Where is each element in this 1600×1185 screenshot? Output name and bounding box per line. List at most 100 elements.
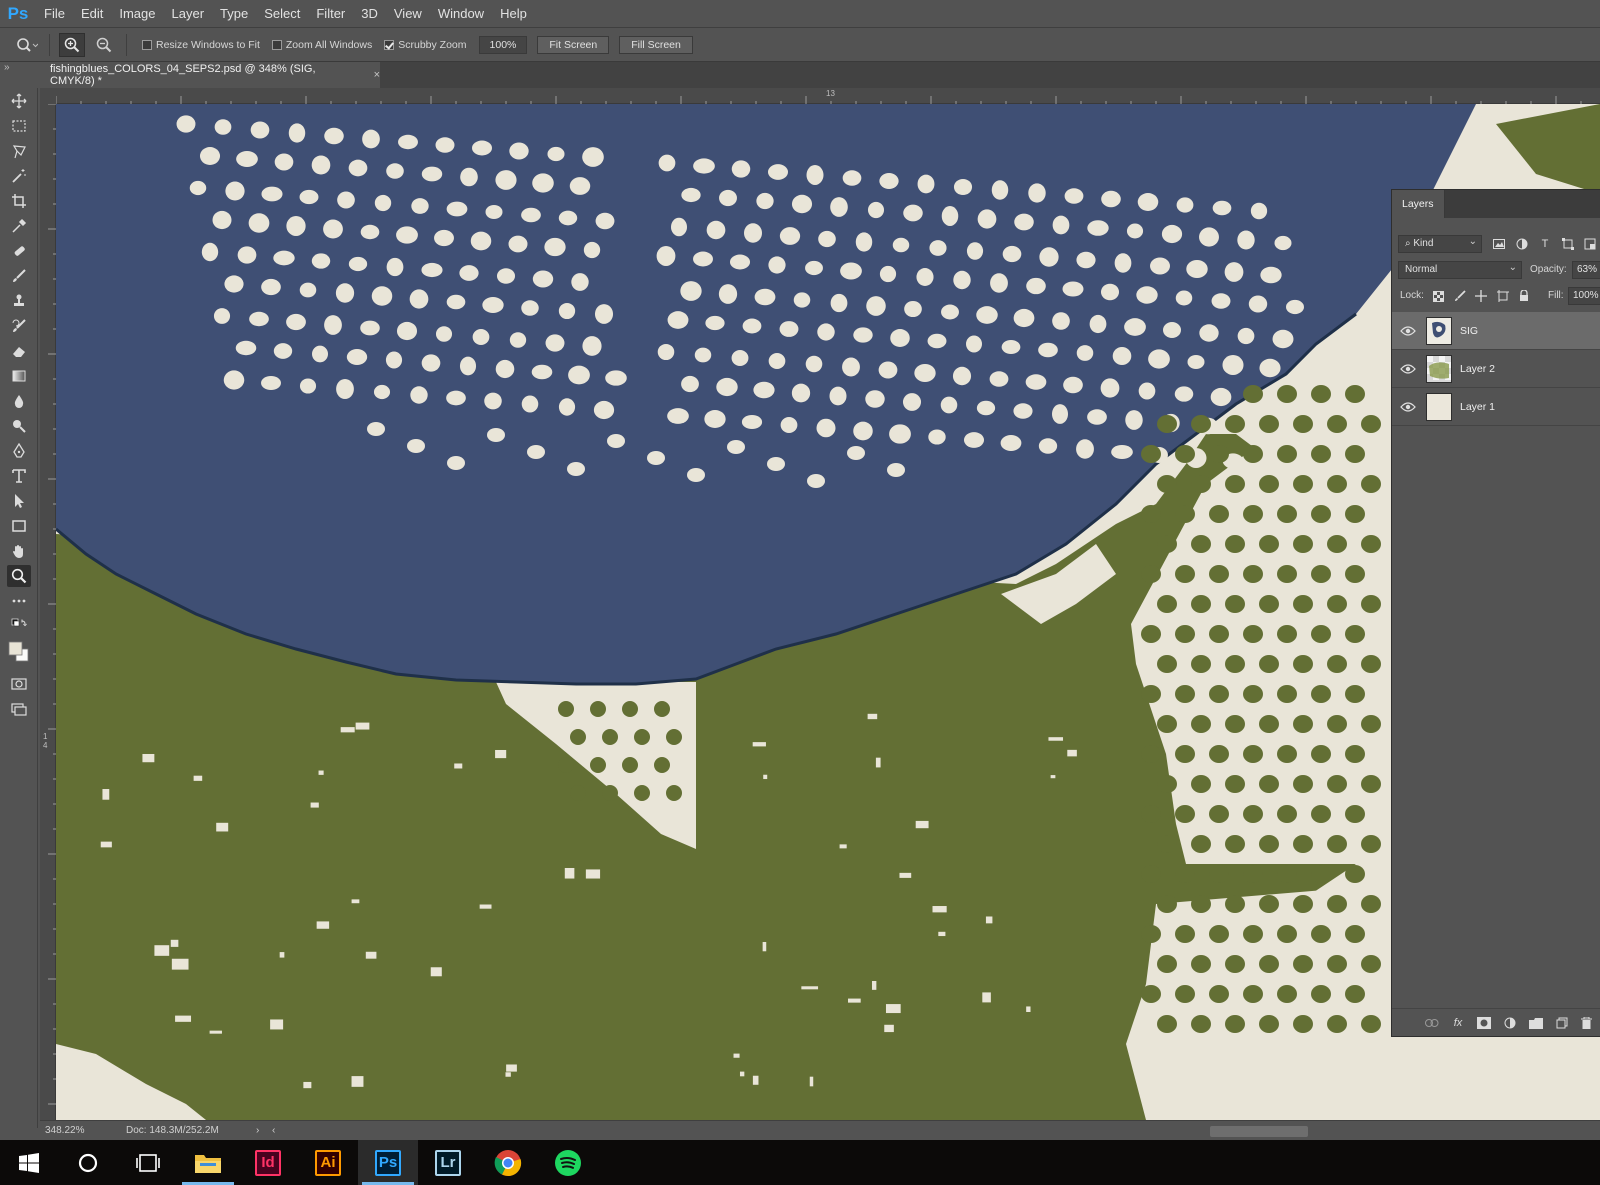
history-brush-tool-icon[interactable]: [7, 315, 31, 337]
move-tool-icon[interactable]: [7, 90, 31, 112]
task-view-button[interactable]: [118, 1140, 178, 1185]
clone-stamp-tool-icon[interactable]: [7, 290, 31, 312]
layer-name-layer-2[interactable]: Layer 2: [1460, 363, 1495, 375]
lock-artboard-icon[interactable]: [1495, 288, 1511, 304]
filter-shape-icon[interactable]: [1560, 236, 1576, 252]
vertical-ruler[interactable]: 1 4: [40, 104, 56, 1120]
menu-select[interactable]: Select: [256, 0, 308, 28]
lock-all-icon[interactable]: [1516, 288, 1532, 304]
add-mask-icon[interactable]: [1476, 1015, 1492, 1031]
menu-window[interactable]: Window: [430, 0, 492, 28]
filter-kind-dropdown[interactable]: ⌕ Kind: [1398, 234, 1482, 253]
fill-field[interactable]: 100%: [1568, 286, 1600, 305]
dodge-tool-icon[interactable]: [7, 415, 31, 437]
ruler-origin[interactable]: [40, 88, 56, 104]
marquee-tool-icon[interactable]: [7, 115, 31, 137]
menu-view[interactable]: View: [386, 0, 430, 28]
opacity-field[interactable]: 63%: [1572, 260, 1600, 279]
layer-row-sig[interactable]: SIG: [1392, 312, 1600, 350]
horizontal-scrollbar-thumb[interactable]: [1210, 1126, 1308, 1137]
menu-file[interactable]: File: [36, 0, 73, 28]
taskbar-indesign[interactable]: Id: [238, 1140, 298, 1185]
menu-edit[interactable]: Edit: [73, 0, 111, 28]
resize-windows-checkbox[interactable]: Resize Windows to Fit: [142, 39, 260, 51]
filter-type-icon[interactable]: T: [1537, 236, 1553, 252]
zoom-level-readout[interactable]: 348.22%: [45, 1125, 84, 1136]
taskbar-lightroom[interactable]: Lr: [418, 1140, 478, 1185]
more-tools-icon[interactable]: [7, 590, 31, 612]
layers-tab[interactable]: Layers: [1392, 190, 1445, 218]
scrubby-check-box[interactable]: [384, 39, 395, 50]
new-layer-icon[interactable]: [1554, 1015, 1570, 1031]
fit-screen-button[interactable]: Fit Screen: [537, 35, 610, 54]
lasso-tool-icon[interactable]: [7, 140, 31, 162]
menu-type[interactable]: Type: [212, 0, 256, 28]
eyedropper-tool-icon[interactable]: [7, 215, 31, 237]
menu-filter[interactable]: Filter: [308, 0, 353, 28]
document-canvas[interactable]: [56, 104, 1600, 1120]
path-selection-tool-icon[interactable]: [7, 490, 31, 512]
zoom-in-icon[interactable]: [59, 32, 85, 57]
quick-mask-icon[interactable]: [7, 673, 31, 695]
layer-effects-icon[interactable]: fx: [1450, 1015, 1466, 1031]
resize-windows-check-box[interactable]: [142, 39, 152, 50]
close-tab-icon[interactable]: ×: [374, 69, 380, 81]
filter-smart-object-icon[interactable]: [1582, 236, 1598, 252]
taskbar-spotify[interactable]: [538, 1140, 598, 1185]
visibility-eye-icon[interactable]: [1400, 363, 1416, 375]
zoom-all-windows-checkbox[interactable]: Zoom All Windows: [271, 39, 372, 51]
pen-tool-icon[interactable]: [7, 440, 31, 462]
layer-row-layer-1[interactable]: Layer 1: [1392, 388, 1600, 426]
brush-tool-icon[interactable]: [7, 265, 31, 287]
taskbar-photoshop[interactable]: Ps: [358, 1140, 418, 1185]
layer-row-layer-2[interactable]: Layer 2: [1392, 350, 1600, 388]
document-tab[interactable]: fishingblues_COLORS_04_SEPS2.psd @ 348% …: [40, 62, 380, 88]
blend-mode-dropdown[interactable]: Normal: [1398, 260, 1522, 279]
lock-position-icon[interactable]: [1473, 288, 1489, 304]
scroll-left-arrow-icon[interactable]: ‹: [272, 1125, 275, 1136]
lock-transparent-pixels-icon[interactable]: [1430, 288, 1446, 304]
status-menu-arrow-icon[interactable]: ›: [256, 1125, 259, 1136]
menu-layer[interactable]: Layer: [164, 0, 213, 28]
zoom-all-check-box[interactable]: [271, 39, 282, 50]
layer-name-layer-1[interactable]: Layer 1: [1460, 401, 1495, 413]
layer-name-sig[interactable]: SIG: [1460, 325, 1478, 337]
taskbar-chrome[interactable]: [478, 1140, 538, 1185]
zoom-percent-field[interactable]: 100%: [478, 35, 528, 54]
rectangle-tool-icon[interactable]: [7, 515, 31, 537]
hand-tool-icon[interactable]: [7, 540, 31, 562]
cortana-button[interactable]: [58, 1140, 118, 1185]
gradient-tool-icon[interactable]: [7, 365, 31, 387]
delete-layer-icon[interactable]: [1578, 1015, 1594, 1031]
new-group-folder-icon[interactable]: [1528, 1015, 1544, 1031]
taskbar-illustrator[interactable]: Ai: [298, 1140, 358, 1185]
screen-mode-icon[interactable]: [7, 698, 31, 720]
zoom-tool-preset-icon[interactable]: [14, 33, 40, 57]
taskbar-file-explorer[interactable]: [178, 1140, 238, 1185]
zoom-tool-icon[interactable]: [7, 565, 31, 587]
type-tool-icon[interactable]: [7, 465, 31, 487]
default-colors-icon[interactable]: [7, 615, 31, 637]
zoom-out-icon[interactable]: [91, 33, 117, 57]
visibility-eye-icon[interactable]: [1400, 325, 1416, 337]
link-layers-icon[interactable]: [1424, 1015, 1440, 1031]
menu-3d[interactable]: 3D: [353, 0, 386, 28]
filter-pixel-icon[interactable]: [1491, 236, 1507, 252]
crop-tool-icon[interactable]: [7, 190, 31, 212]
new-adjustment-layer-icon[interactable]: [1502, 1015, 1518, 1031]
healing-brush-tool-icon[interactable]: [7, 240, 31, 262]
fill-screen-button[interactable]: Fill Screen: [619, 35, 693, 54]
filter-adjustment-icon[interactable]: [1514, 236, 1530, 252]
foreground-background-color-icon[interactable]: [7, 637, 31, 667]
expand-panels-icon[interactable]: »: [4, 62, 10, 73]
eraser-tool-icon[interactable]: [7, 340, 31, 362]
horizontal-ruler[interactable]: 13: [56, 88, 1600, 104]
blur-tool-icon[interactable]: [7, 390, 31, 412]
visibility-eye-icon[interactable]: [1400, 401, 1416, 413]
menu-image[interactable]: Image: [111, 0, 163, 28]
scrubby-zoom-checkbox[interactable]: Scrubby Zoom: [384, 39, 467, 51]
start-button[interactable]: [0, 1140, 58, 1185]
magic-wand-tool-icon[interactable]: [7, 165, 31, 187]
lock-image-pixels-icon[interactable]: [1452, 288, 1468, 304]
menu-help[interactable]: Help: [492, 0, 535, 28]
